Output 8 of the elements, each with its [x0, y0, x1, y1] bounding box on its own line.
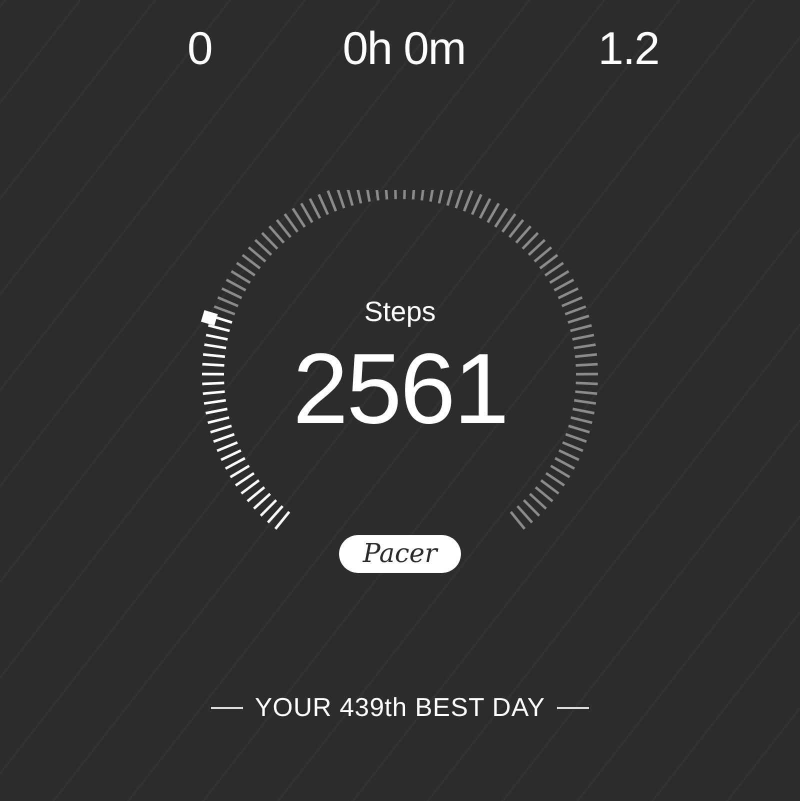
stat-value: 1.2 [597, 22, 660, 74]
steps-count: 2561 [292, 334, 508, 444]
stat-value: 0 [186, 22, 212, 74]
best-day-text: YOUR 439th BEST DAY [254, 692, 546, 723]
progress-marker [200, 310, 218, 326]
brand-logo: Pacer [339, 535, 461, 573]
stat-value: 0h 0m [342, 22, 466, 74]
steps-label: Steps [363, 296, 437, 328]
